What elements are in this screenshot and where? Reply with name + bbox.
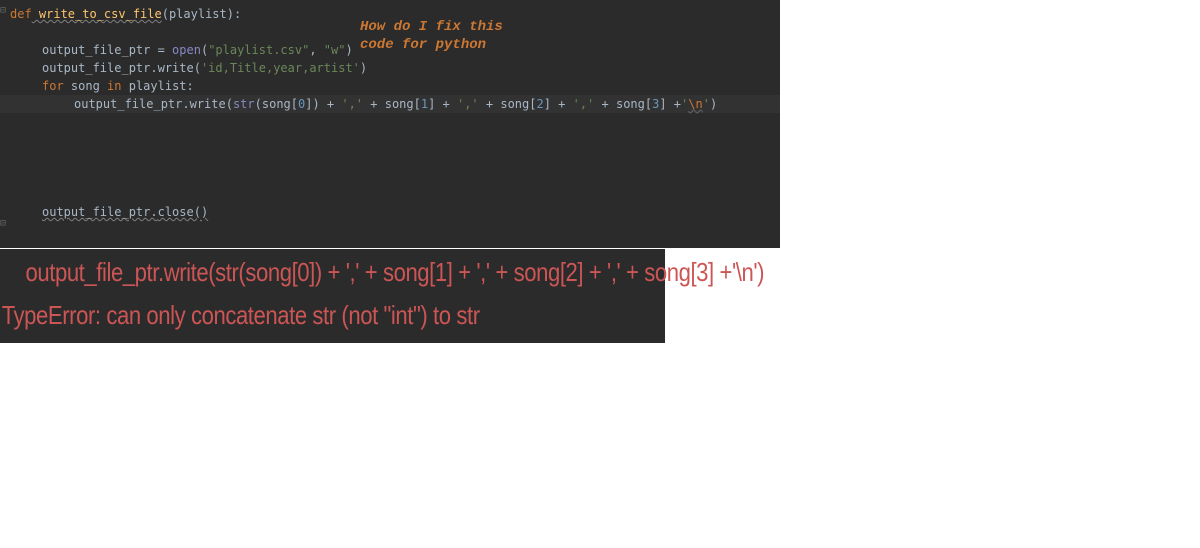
blank-region	[0, 113, 780, 203]
code-line-5[interactable]: output_file_ptr.write(str(song[0]) + ','…	[0, 95, 780, 113]
keyword-for: for	[42, 79, 64, 93]
gutter-collapse-icon[interactable]: ⊟	[0, 5, 6, 16]
error-console-panel[interactable]: output_file_ptr.write(str(song[0]) + ','…	[0, 249, 665, 343]
error-trace-line: output_file_ptr.write(str(song[0]) + ','…	[0, 257, 565, 288]
number-literal: 2	[536, 97, 543, 111]
string-literal: 'id,Title,year,artist'	[201, 61, 360, 75]
question-line1: How do I fix this	[360, 18, 503, 36]
question-line2: code for python	[360, 36, 503, 54]
string-literal: ','	[457, 97, 479, 111]
function-name: write_to_csv_file	[32, 7, 162, 21]
code-line-3[interactable]: output_file_ptr.write('id,Title,year,art…	[0, 59, 780, 77]
string-literal: "playlist.csv"	[208, 43, 309, 57]
error-message: TypeError: can only concatenate str (not…	[0, 300, 565, 331]
keyword-in: in	[107, 79, 121, 93]
escape-char: \n	[688, 97, 702, 111]
gutter-hint-icon[interactable]: ⊟	[0, 218, 6, 229]
code-line-4[interactable]: for song in playlist:	[0, 77, 780, 95]
string-literal: "w"	[324, 43, 346, 57]
params: (playlist):	[162, 7, 241, 21]
string-literal: ','	[573, 97, 595, 111]
keyword-def: def	[10, 7, 32, 21]
number-literal: 1	[421, 97, 428, 111]
question-overlay: How do I fix this code for python	[360, 18, 503, 54]
builtin-str: str	[233, 97, 255, 111]
builtin-open: open	[172, 43, 201, 57]
code-line-6[interactable]: output_file_ptr.close()	[0, 203, 780, 221]
method-close: close()	[158, 205, 209, 219]
string-literal: ','	[341, 97, 363, 111]
code-editor-panel[interactable]: ⊟ ⊟ def write_to_csv_file(playlist): out…	[0, 0, 780, 248]
